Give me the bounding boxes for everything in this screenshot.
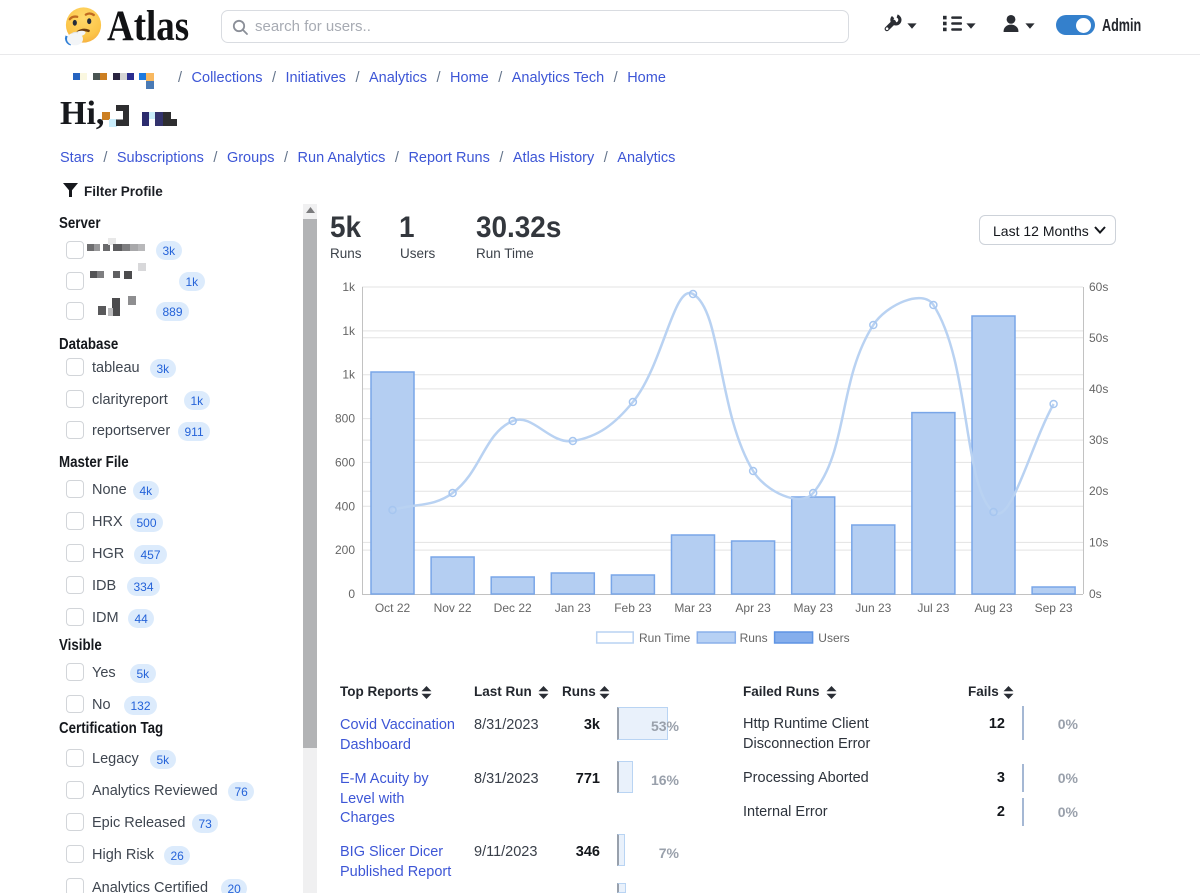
- svg-text:May 23: May 23: [794, 601, 834, 615]
- svg-text:20s: 20s: [1089, 484, 1108, 498]
- svg-text:0s: 0s: [1089, 587, 1102, 601]
- svg-text:Nov 22: Nov 22: [434, 601, 472, 615]
- svg-text:50s: 50s: [1089, 331, 1108, 345]
- svg-text:Jun 23: Jun 23: [855, 601, 891, 615]
- svg-text:Runs: Runs: [740, 631, 768, 645]
- svg-text:Mar 23: Mar 23: [674, 601, 712, 615]
- svg-text:200: 200: [335, 543, 355, 557]
- svg-text:Users: Users: [818, 631, 849, 645]
- svg-text:400: 400: [335, 499, 355, 513]
- svg-text:60s: 60s: [1089, 280, 1108, 294]
- svg-text:1k: 1k: [342, 280, 356, 294]
- svg-text:Apr 23: Apr 23: [735, 601, 771, 615]
- svg-text:Dec 22: Dec 22: [494, 601, 532, 615]
- svg-text:Sep 23: Sep 23: [1035, 601, 1073, 615]
- svg-text:Oct 22: Oct 22: [375, 601, 411, 615]
- svg-text:Run Time: Run Time: [639, 631, 691, 645]
- svg-text:1k: 1k: [342, 368, 356, 382]
- svg-text:Jul 23: Jul 23: [917, 601, 949, 615]
- svg-text:Aug 23: Aug 23: [974, 601, 1012, 615]
- svg-text:600: 600: [335, 455, 355, 469]
- svg-text:800: 800: [335, 412, 355, 426]
- svg-text:1k: 1k: [342, 324, 356, 338]
- svg-text:40s: 40s: [1089, 382, 1108, 396]
- svg-text:10s: 10s: [1089, 535, 1108, 549]
- svg-text:0: 0: [348, 587, 355, 601]
- svg-text:30s: 30s: [1089, 433, 1108, 447]
- svg-text:Jan 23: Jan 23: [555, 601, 591, 615]
- svg-text:Feb 23: Feb 23: [614, 601, 652, 615]
